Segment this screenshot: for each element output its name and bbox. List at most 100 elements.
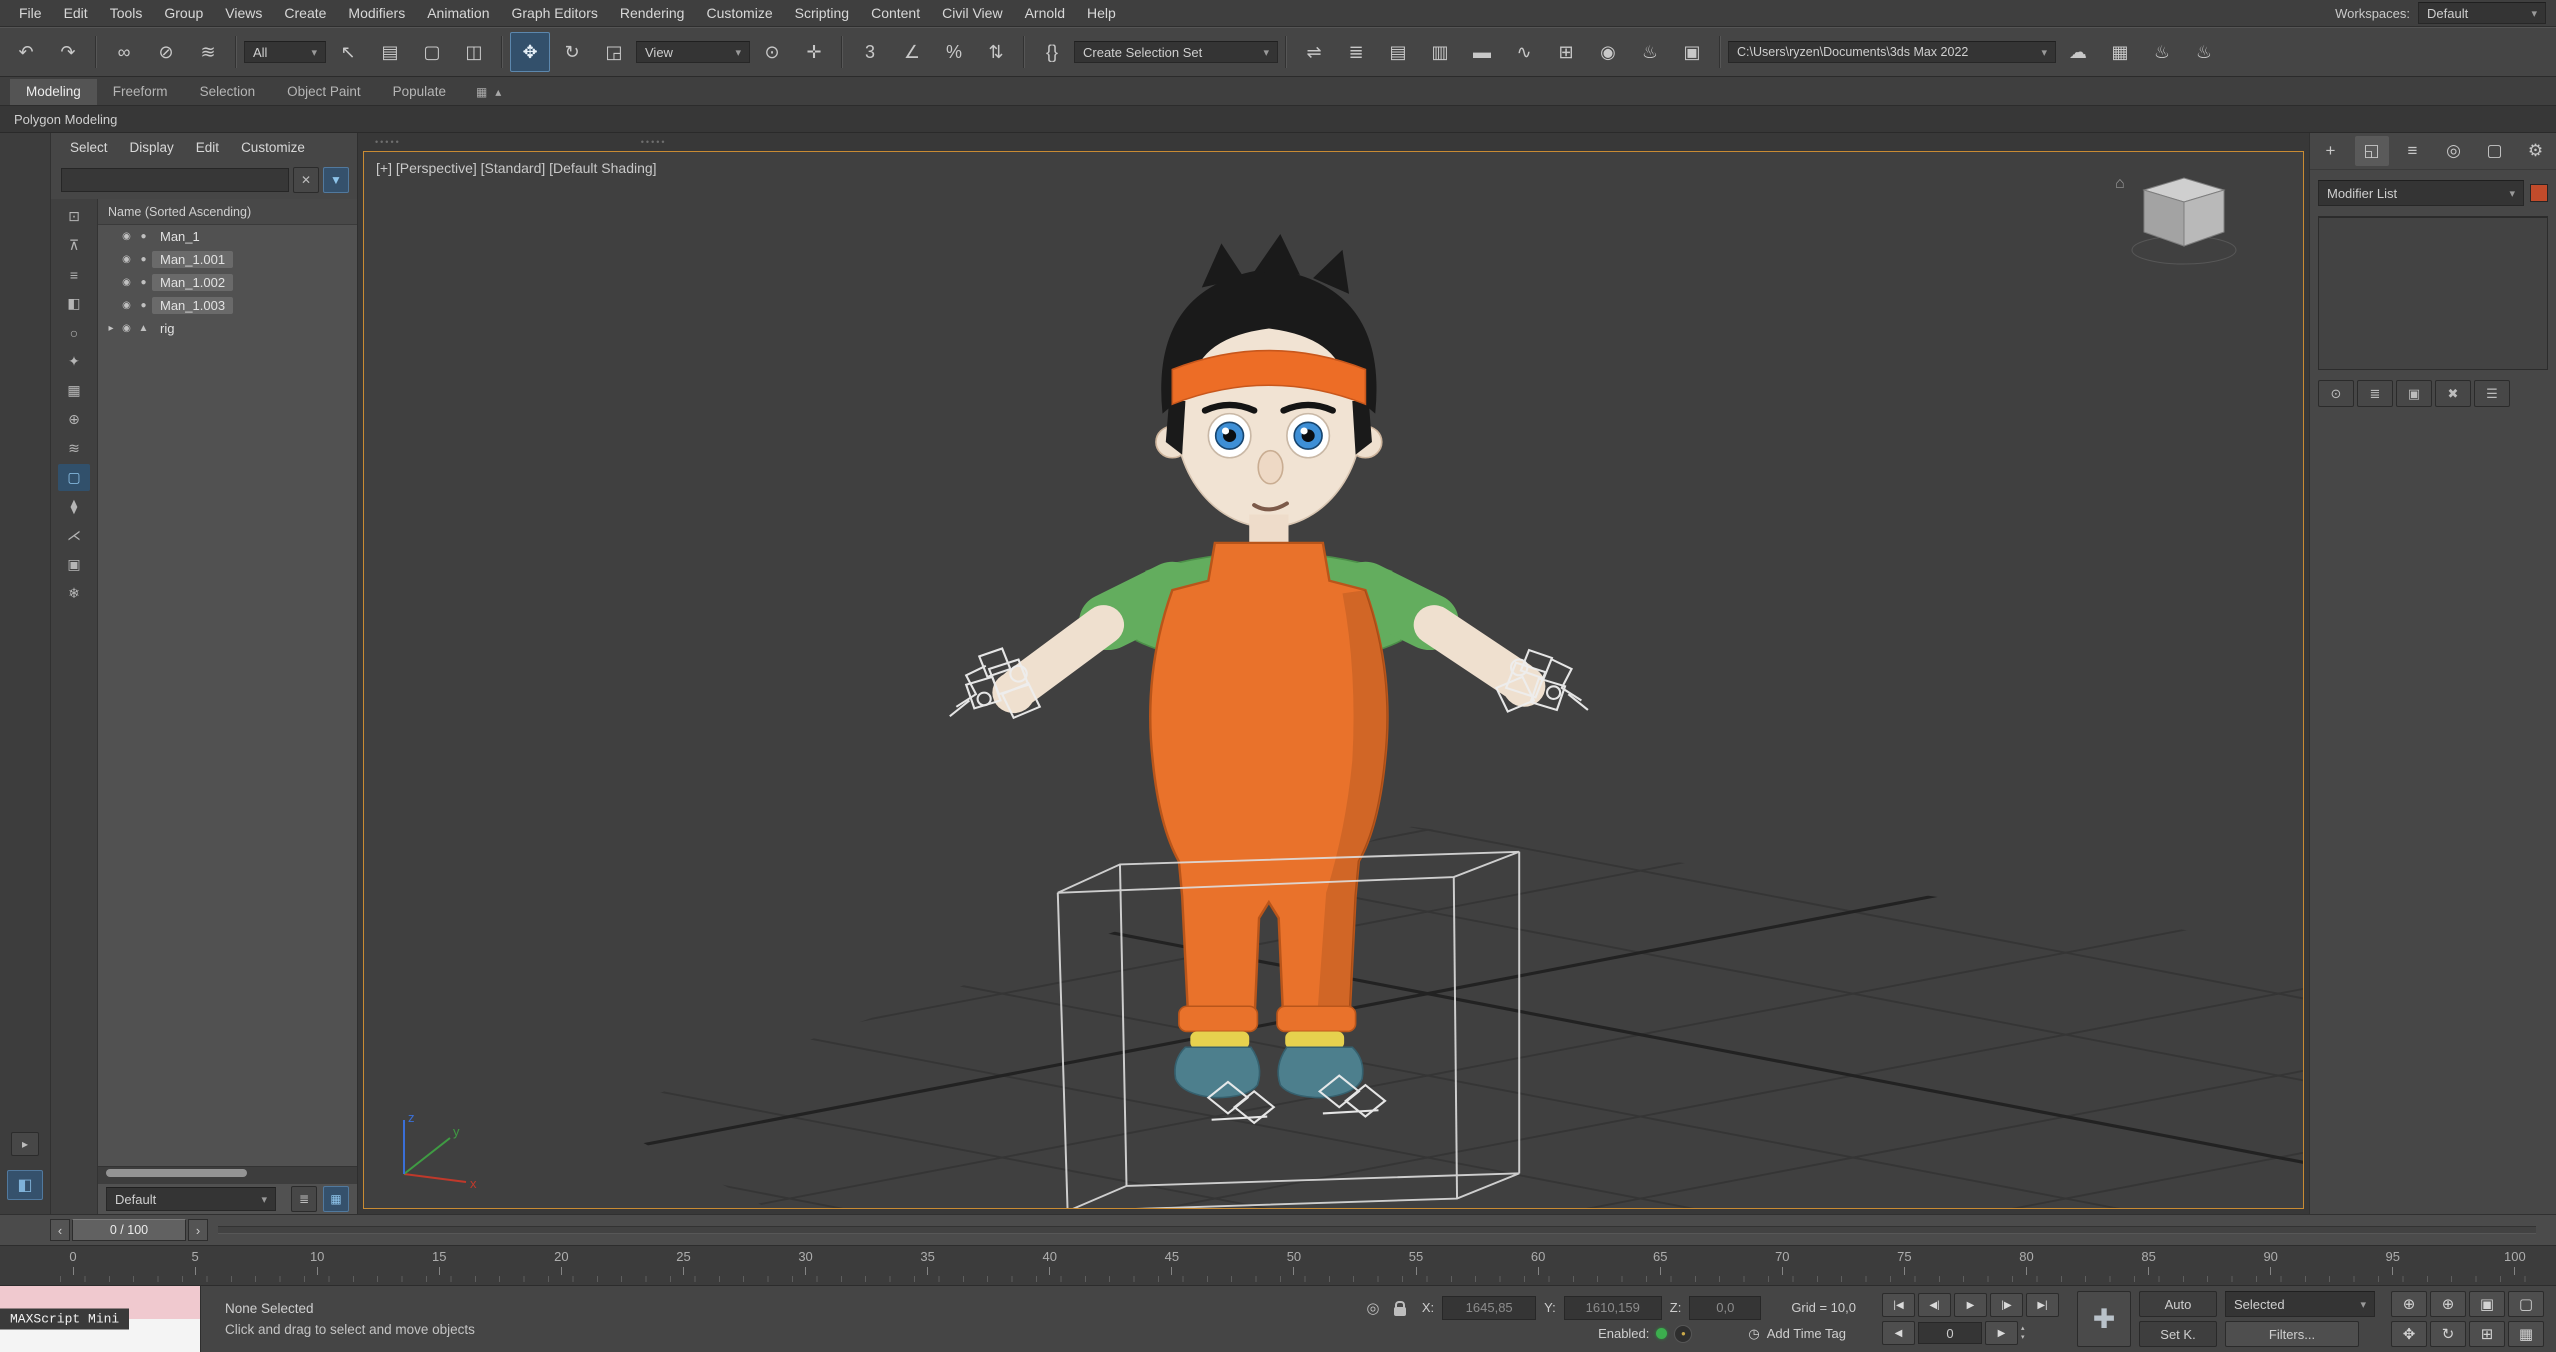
viewport-dock-grip[interactable]: ••••• ••••• <box>363 133 2304 151</box>
viewport-layout-icon[interactable]: ▦ <box>2508 1321 2544 1347</box>
remove-modifier-icon[interactable]: ✖ <box>2435 380 2471 407</box>
material-editor-icon[interactable]: ◉ <box>1588 32 1628 72</box>
menu-item[interactable]: File <box>8 0 53 26</box>
frame-spinner[interactable]: ▴ ▾ <box>2021 1324 2025 1342</box>
visibility-eye-icon[interactable]: ◉ <box>118 300 135 311</box>
frame-tick[interactable]: 75 <box>1891 1249 1917 1275</box>
explorer-lock-icon[interactable]: ⊡ <box>58 203 90 230</box>
frame-tick[interactable]: 10 <box>304 1249 330 1275</box>
explorer-sort-header[interactable]: Name (Sorted Ascending) <box>98 199 357 225</box>
tab-modify-icon[interactable]: ◱ <box>2354 136 2389 166</box>
schematic-view-icon[interactable]: ⊞ <box>1546 32 1586 72</box>
object-name[interactable]: rig <box>152 320 182 337</box>
display-lights-icon[interactable]: ✦ <box>58 348 90 375</box>
perspective-viewport[interactable]: [+] [Perspective] [Standard] [Default Sh… <box>363 151 2304 1209</box>
tab-hierarchy-icon[interactable]: ≡ <box>2396 136 2430 166</box>
menu-item[interactable]: Rendering <box>609 0 696 26</box>
object-color-swatch[interactable] <box>2530 184 2548 202</box>
select-object-icon[interactable]: ↖ <box>328 32 368 72</box>
edit-named-selection-sets-icon[interactable]: {} <box>1032 32 1072 72</box>
window-crossing-icon[interactable]: ◫ <box>454 32 494 72</box>
ribbon-tab[interactable]: Freeform <box>97 79 184 105</box>
go-to-start-button[interactable]: |◀ <box>1882 1293 1915 1317</box>
explorer-horizontal-scrollbar[interactable] <box>98 1166 357 1184</box>
frame-tick[interactable]: 0 <box>60 1249 86 1275</box>
visibility-eye-icon[interactable]: ◉ <box>118 277 135 288</box>
slider-next-icon[interactable]: › <box>188 1219 208 1241</box>
toggle-ribbon-icon[interactable]: ▬ <box>1462 32 1502 72</box>
menu-item[interactable]: Customize <box>695 0 783 26</box>
ribbon-minimize-icon[interactable]: ▴ <box>495 79 501 105</box>
mirror-icon[interactable]: ⇌ <box>1294 32 1334 72</box>
select-and-move-icon[interactable]: ✥ <box>510 32 550 72</box>
explorer-layout-icon[interactable]: ▦ <box>323 1186 349 1212</box>
go-to-end-button[interactable]: ▶| <box>2026 1293 2059 1317</box>
display-frozen-icon[interactable]: ❄ <box>58 580 90 607</box>
object-name[interactable]: Man_1 <box>152 228 208 245</box>
modifier-list-dropdown[interactable]: Modifier List ▾ <box>2318 180 2524 206</box>
Man_1[interactable]: ◉ ● Man_1 <box>98 225 357 248</box>
explorer-menu-item[interactable]: Edit <box>187 135 228 161</box>
object-name[interactable]: Man_1.002 <box>152 274 234 291</box>
align-icon[interactable]: ≣ <box>1336 32 1376 72</box>
time-slider-track[interactable] <box>218 1226 2536 1234</box>
frame-tick[interactable]: 55 <box>1403 1249 1429 1275</box>
expand-panel-button[interactable]: ▸ <box>11 1132 39 1156</box>
ribbon-panel-options-icon[interactable]: ▦ <box>476 79 487 105</box>
frame-tick[interactable]: 5 <box>182 1249 208 1275</box>
y-coordinate-field[interactable]: 1610,159 <box>1563 1295 1662 1320</box>
display-bones-icon[interactable]: ⋌ <box>58 522 90 549</box>
frame-tick[interactable]: 60 <box>1525 1249 1551 1275</box>
render-gallery-icon[interactable]: ▦ <box>2100 32 2140 72</box>
zoom-region-icon[interactable]: ▢ <box>2508 1291 2544 1317</box>
explorer-menu-item[interactable]: Select <box>61 135 117 161</box>
Man_1.002[interactable]: ◉ ● Man_1.002 <box>98 271 357 294</box>
menu-item[interactable]: Civil View <box>931 0 1013 26</box>
named-selection-set-dropdown[interactable]: Create Selection Set ▾ <box>1074 41 1278 63</box>
angle-snap-toggle-icon[interactable]: ∠ <box>892 32 932 72</box>
explorer-sort-icon[interactable]: ≣ <box>291 1186 317 1212</box>
toggle-scene-explorer-icon[interactable]: ▤ <box>1378 32 1418 72</box>
display-xrefs-icon[interactable]: ⧫ <box>58 493 90 520</box>
next-frame-button[interactable]: |▶ <box>1990 1293 2023 1317</box>
Man_1.003[interactable]: ◉ ● Man_1.003 <box>98 294 357 317</box>
key-next-icon[interactable]: ▶ <box>1985 1321 2018 1345</box>
auto-key-button[interactable]: Auto <box>2139 1291 2217 1317</box>
frame-tick[interactable]: 90 <box>2258 1249 2284 1275</box>
isolate-selection-icon[interactable]: ◎ <box>1362 1299 1384 1317</box>
frame-tick[interactable]: 80 <box>2014 1249 2040 1275</box>
info-icon[interactable]: ● <box>1674 1324 1693 1343</box>
modifier-stack[interactable] <box>2318 216 2548 370</box>
viewcube[interactable]: ⌂ <box>2109 168 2259 288</box>
explorer-menu-item[interactable]: Customize <box>232 135 314 161</box>
time-slider-handle[interactable]: 0 / 100 <box>72 1219 186 1241</box>
select-and-scale-icon[interactable]: ◲ <box>594 32 634 72</box>
object-name[interactable]: Man_1.003 <box>152 297 234 314</box>
display-cameras-icon[interactable]: ▦ <box>58 377 90 404</box>
pan-icon[interactable]: ✥ <box>2391 1321 2427 1347</box>
frame-tick[interactable]: 30 <box>793 1249 819 1275</box>
frame-tick[interactable]: 20 <box>548 1249 574 1275</box>
object-name[interactable]: Man_1.001 <box>152 251 234 268</box>
explorer-pin-icon[interactable]: ⊼ <box>58 232 90 259</box>
toggle-layer-explorer-icon[interactable]: ▥ <box>1420 32 1460 72</box>
viewport-canvas[interactable] <box>364 152 2303 1208</box>
curve-editor-icon[interactable]: ∿ <box>1504 32 1544 72</box>
configure-modifier-sets-icon[interactable]: ☰ <box>2474 380 2510 407</box>
frame-tick[interactable]: 40 <box>1037 1249 1063 1275</box>
display-shapes-icon[interactable]: ○ <box>58 319 90 346</box>
slider-previous-icon[interactable]: ‹ <box>50 1219 70 1241</box>
explorer-search-input[interactable] <box>61 168 289 192</box>
spinner-snap-toggle-icon[interactable]: ⇅ <box>976 32 1016 72</box>
visibility-eye-icon[interactable]: ◉ <box>118 254 135 265</box>
viewcube-home-icon[interactable]: ⌂ <box>2115 175 2125 192</box>
filter-funnel-icon[interactable]: ▼ <box>323 167 349 193</box>
frame-tick[interactable]: 45 <box>1159 1249 1185 1275</box>
zoom-all-icon[interactable]: ⊕ <box>2430 1291 2466 1317</box>
rendered-frame-window-icon[interactable]: ▣ <box>1672 32 1712 72</box>
ribbon-tab[interactable]: Modeling <box>10 79 97 105</box>
x-coordinate-field[interactable]: 1645,85 <box>1442 1295 1537 1320</box>
frame-tick[interactable]: 95 <box>2380 1249 2406 1275</box>
make-unique-icon[interactable]: ▣ <box>2396 380 2432 407</box>
frame-tick[interactable]: 35 <box>915 1249 941 1275</box>
